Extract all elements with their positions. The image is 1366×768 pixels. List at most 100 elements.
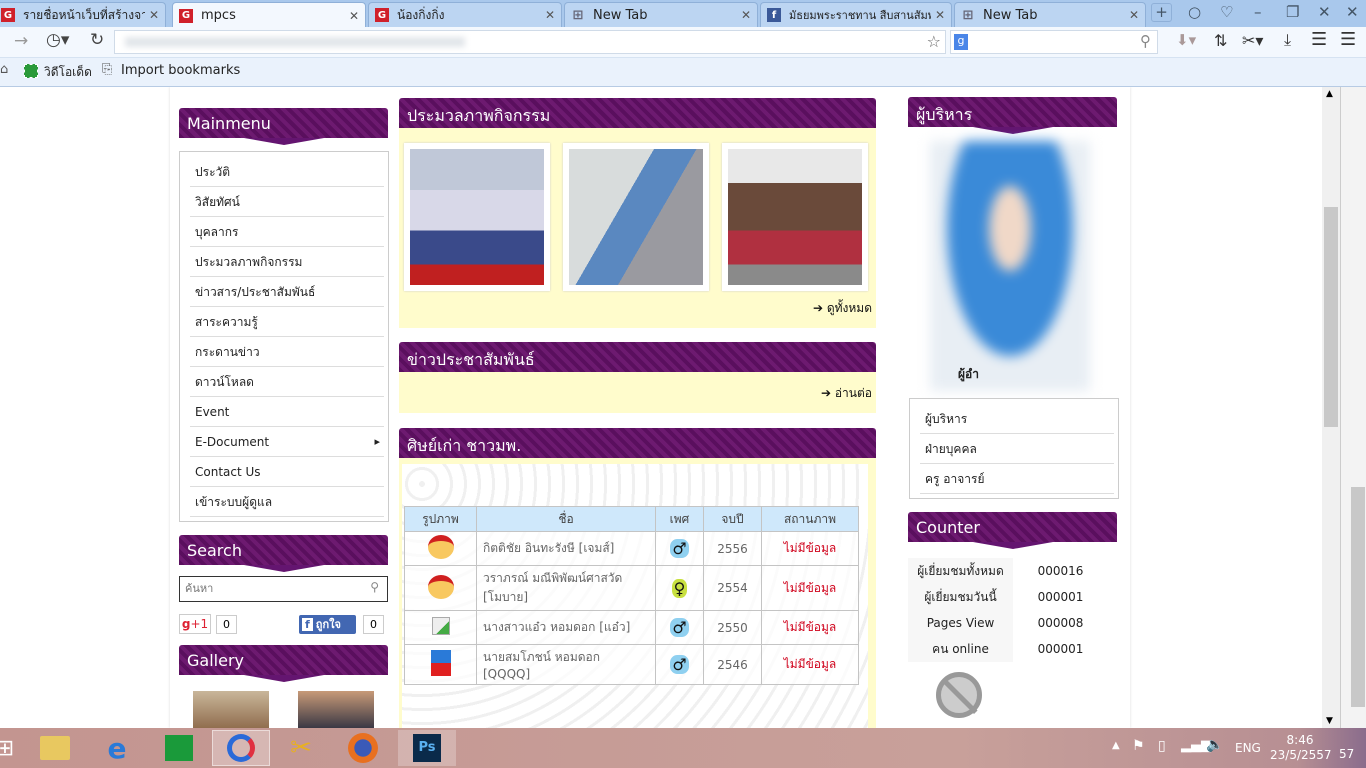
bookmark-video[interactable]: วิดีโอเด็ด <box>44 63 92 82</box>
counter-value: 000001 <box>1037 590 1084 604</box>
download-tool-icon[interactable]: ⬇▾ <box>1176 31 1196 49</box>
menu-item[interactable]: กระดานข่าว <box>190 337 384 367</box>
tab-bar: Gรายชื่อหน้าเว็บที่สร้างจากโมดูล✕ Gmpcs✕… <box>0 0 1366 28</box>
view-all-link[interactable]: ➔ ดูทั้งหมด <box>813 299 872 318</box>
forward-icon[interactable]: → <box>14 31 28 51</box>
internet-explorer-icon[interactable]: e <box>92 730 142 766</box>
alumni-name[interactable]: นายสมโภชน์ หอมดอก [QQQQ] <box>476 644 656 685</box>
tab-1[interactable]: Gmpcs ✕ <box>172 2 366 28</box>
alumni-name[interactable]: นางสาวแอ๋ว หอมดอก [แอ๋ว] <box>476 610 656 645</box>
search-header: Search <box>179 535 388 572</box>
search-icon[interactable]: ⚲ <box>370 580 379 594</box>
executive-menu-item[interactable]: ครู อาจารย์ <box>920 464 1114 494</box>
firefox-icon[interactable] <box>338 730 388 766</box>
menu-item[interactable]: Contact Us <box>190 457 384 487</box>
graduation-year: 2550 <box>703 610 762 645</box>
menu-item[interactable]: เข้าระบบผู้ดูแล <box>190 487 384 517</box>
reload-icon[interactable]: ↻ <box>90 30 104 50</box>
volume-icon[interactable]: 🔈 <box>1206 737 1223 753</box>
menu-item[interactable]: ประมวลภาพกิจกรรม <box>190 247 384 277</box>
tab-5[interactable]: ⊞ New Tab ✕ <box>954 2 1146 27</box>
gallery-thumb-1[interactable] <box>193 691 269 728</box>
executive-header: ผู้บริหาร <box>908 97 1117 134</box>
search-icon[interactable]: ⚲ <box>1140 32 1151 50</box>
menu-icon[interactable]: ☰ <box>1311 29 1327 50</box>
male-icon: ♂ <box>670 655 689 674</box>
menu-item[interactable]: วิสัยทัศน์ <box>190 187 384 217</box>
tab-2[interactable]: G น้องกิ่งกิ่ง ✕ <box>368 2 562 27</box>
toolbar: → ◷▾ ↻ ☆ g ⚲ ⬇▾ ⇅ ✂▾ ⤓ ☰ ☰ <box>0 27 1366 58</box>
file-explorer-icon[interactable] <box>30 730 80 766</box>
activity-photo-1[interactable] <box>404 143 550 291</box>
history-icon[interactable]: ◷▾ <box>46 30 69 50</box>
scissors-icon[interactable]: ✂▾ <box>1242 31 1263 50</box>
restore-button[interactable]: ❐ <box>1286 3 1299 21</box>
tab-3[interactable]: ⊞ New Tab ✕ <box>564 2 758 27</box>
search-field[interactable]: ⚲ <box>179 576 388 602</box>
search-box[interactable]: g ⚲ <box>950 30 1158 54</box>
close-icon[interactable]: ✕ <box>1129 8 1139 22</box>
scrollbar[interactable]: ▲ ▼ <box>1322 87 1340 728</box>
column-header: สถานภาพ <box>761 506 859 532</box>
alumni-name[interactable]: กิตติชัย อินทะรังษี [เจมส์] <box>476 531 656 566</box>
google-icon[interactable]: g <box>954 34 968 50</box>
language-indicator[interactable]: ENG <box>1235 741 1261 755</box>
menu-item[interactable]: E-Document ▸ <box>190 427 384 457</box>
close-icon[interactable]: ✕ <box>149 8 159 22</box>
facebook-like-button[interactable]: f ถูกใจ <box>299 615 356 634</box>
side-scrollbar[interactable] <box>1340 87 1366 728</box>
tool-icon[interactable]: ✂ <box>276 730 326 766</box>
photoshop-icon[interactable]: Ps <box>398 730 456 766</box>
menu-item[interactable]: ประวัติ <box>190 157 384 187</box>
start-button[interactable]: ⊞ <box>0 730 30 766</box>
scrollbar-thumb[interactable] <box>1324 207 1338 427</box>
menu-icon-2[interactable]: ☰ <box>1340 29 1356 50</box>
address-bar[interactable]: ☆ <box>114 30 946 54</box>
store-icon[interactable] <box>154 730 204 766</box>
minimize-button[interactable]: – <box>1254 3 1262 21</box>
executive-menu-item[interactable]: ฝ่ายบุคคล <box>920 434 1114 464</box>
search-input[interactable] <box>180 577 350 599</box>
tab-4[interactable]: fมัธยมพระราชทาน สืบสานสัมพันธ์✕ <box>760 2 952 27</box>
chat-icon[interactable]: ○ <box>1188 3 1201 21</box>
scroll-down-icon[interactable]: ▼ <box>1326 716 1333 726</box>
browser-icon[interactable] <box>212 730 270 766</box>
activity-photo-2[interactable] <box>563 143 709 291</box>
home-icon[interactable]: ⌂ <box>0 62 8 77</box>
skin-icon[interactable]: ♡ <box>1220 3 1233 21</box>
close-window-button-2[interactable]: ✕ <box>1346 3 1359 21</box>
action-center-icon[interactable]: ⚑ <box>1132 738 1145 754</box>
new-tab-button[interactable]: + <box>1151 3 1172 22</box>
male-icon: ♂ <box>670 539 689 558</box>
close-window-button[interactable]: ✕ <box>1318 3 1331 21</box>
menu-item[interactable]: ข่าวสาร/ประชาสัมพันธ์ <box>190 277 384 307</box>
clock[interactable]: 8:46 23/5/2557 <box>1270 733 1332 763</box>
read-more-link[interactable]: ➔ อ่านต่อ <box>821 384 872 403</box>
star-icon[interactable]: ☆ <box>927 32 941 51</box>
table-row: กิตติชัย อินทะรังษี [เจมส์] ♂ 2556 ไม่มีข้อ… <box>404 531 859 566</box>
menu-item[interactable]: Event <box>190 397 384 427</box>
menu-item[interactable]: ดาวน์โหลด <box>190 367 384 397</box>
menu-item[interactable]: สาระความรู้ <box>190 307 384 337</box>
close-icon[interactable]: ✕ <box>349 9 359 23</box>
counter-header: Counter <box>908 512 1117 549</box>
alumni-name[interactable]: วราภรณ์ มณีพิพัฒน์ศาสวัด [โมบาย] <box>476 565 656 611</box>
broken-image-icon <box>431 617 450 635</box>
show-hidden-icons[interactable]: ▲ <box>1112 740 1120 751</box>
gallery-thumb-2[interactable] <box>298 691 374 728</box>
male-icon: ♂ <box>670 618 689 637</box>
executive-menu-item[interactable]: ผู้บริหาร <box>920 404 1114 434</box>
battery-icon[interactable]: ▯ <box>1158 738 1166 754</box>
scroll-up-icon[interactable]: ▲ <box>1326 89 1333 99</box>
google-plus-button[interactable]: g+1 <box>179 614 211 634</box>
sync-icon[interactable]: ⇅ <box>1214 31 1227 50</box>
bookmark-import[interactable]: Import bookmarks <box>121 63 240 78</box>
news-panel: ➔ อ่านต่อ <box>399 372 876 413</box>
close-icon[interactable]: ✕ <box>741 8 751 22</box>
downloads-icon[interactable]: ⤓ <box>1284 30 1291 50</box>
activity-photo-3[interactable] <box>722 143 868 291</box>
close-icon[interactable]: ✕ <box>935 8 945 22</box>
tab-0[interactable]: Gรายชื่อหน้าเว็บที่สร้างจากโมดูล✕ <box>0 2 166 27</box>
close-icon[interactable]: ✕ <box>545 8 555 22</box>
menu-item[interactable]: บุคลากร <box>190 217 384 247</box>
